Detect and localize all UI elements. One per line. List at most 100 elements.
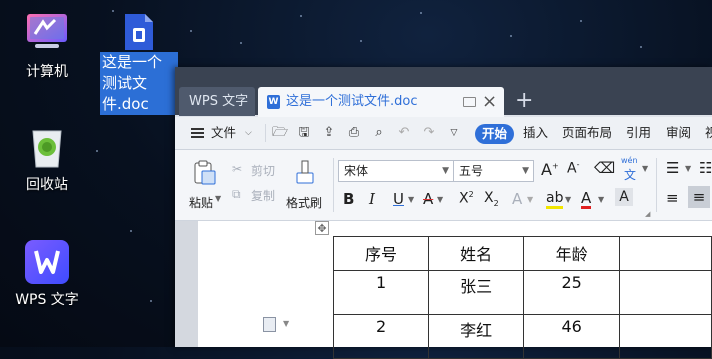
menu-bar: 文件 ⌵ 🗁 🖫 ⇪ ⎙ ⌕ ↶ ↷ ▽ 开始 插入 页面布局 引用 审阅 视 <box>175 117 712 150</box>
wps-window: WPS 文字 W 这是一个测试文件.doc × + 文件 ⌵ 🗁 🖫 ⇪ ⎙ ⌕… <box>175 67 712 359</box>
phonetic-guide-icon[interactable]: 文 <box>624 166 636 183</box>
desktop-icon-computer[interactable]: 计算机 <box>2 12 92 83</box>
table-header-cell[interactable]: 年龄 <box>523 236 621 271</box>
menu-review[interactable]: 审阅 <box>666 117 691 149</box>
more-dropdown-icon[interactable]: ▽ <box>447 126 461 140</box>
redo-icon[interactable]: ↷ <box>422 126 436 140</box>
chevron-down-icon[interactable]: ▼ <box>642 164 648 173</box>
menu-page-layout[interactable]: 页面布局 <box>562 117 612 149</box>
print-icon[interactable]: ⎙ <box>347 126 361 140</box>
chevron-down-icon: ▼ <box>442 166 449 176</box>
menu-file[interactable]: 文件 <box>211 117 236 149</box>
highlight-icon[interactable]: ab <box>546 190 564 209</box>
font-color-icon[interactable]: A <box>581 190 592 209</box>
clear-format-icon[interactable]: ⌫ <box>594 159 615 177</box>
hamburger-icon[interactable] <box>191 128 204 130</box>
plus-icon[interactable]: + <box>515 87 533 115</box>
desktop-icon-label: 回收站 <box>26 177 68 193</box>
font-size-value: 五号 <box>459 164 484 178</box>
subscript-icon[interactable]: X2 <box>484 190 499 208</box>
menu-start[interactable]: 开始 <box>475 124 514 144</box>
tab-wps-home[interactable]: WPS 文字 <box>179 87 255 116</box>
copy-label[interactable]: 复制 <box>251 187 275 204</box>
paste-label[interactable]: 粘贴 <box>189 194 213 211</box>
table-row: 1 张三 25 <box>332 270 712 315</box>
numbered-list-icon[interactable]: ☷ <box>699 159 712 177</box>
window-top-edge <box>175 67 712 85</box>
computer-icon <box>25 12 69 56</box>
format-painter-label[interactable]: 格式刷 <box>286 194 322 211</box>
close-tab-icon[interactable]: × <box>482 87 497 117</box>
print-preview-icon[interactable]: ⌕ <box>372 126 386 140</box>
table-cell[interactable]: 25 <box>523 270 621 315</box>
chevron-down-icon[interactable]: ▼ <box>527 195 533 204</box>
chevron-down-icon[interactable]: ▼ <box>437 195 443 204</box>
menu-view[interactable]: 视 <box>705 117 712 149</box>
copy-icon[interactable]: ⧉ <box>232 187 241 202</box>
cut-label[interactable]: 剪切 <box>251 162 275 179</box>
char-shading-icon[interactable]: A <box>615 188 633 206</box>
text-effect-icon[interactable]: A <box>512 190 522 208</box>
chevron-down-icon[interactable]: ▼ <box>685 164 691 173</box>
font-dialog-launcher-icon[interactable]: ◢ <box>645 210 650 218</box>
table-cell[interactable]: 1 <box>332 270 430 315</box>
chevron-down-icon[interactable]: ▼ <box>283 319 289 328</box>
tab-label: 这是一个测试文件.doc <box>286 94 418 109</box>
chevron-down-icon[interactable]: ▼ <box>408 195 414 204</box>
wps-doc-icon: W <box>267 95 280 109</box>
strikethrough-icon[interactable]: A <box>423 190 433 208</box>
font-size-select[interactable]: 五号 ▼ <box>453 160 534 182</box>
menu-insert[interactable]: 插入 <box>523 117 548 149</box>
chevron-down-icon[interactable]: ⌵ <box>245 117 252 149</box>
scissors-icon[interactable]: ✂ <box>232 162 242 176</box>
tab-document[interactable]: W 这是一个测试文件.doc × <box>258 87 504 117</box>
table-cell-empty[interactable] <box>619 236 712 271</box>
menu-references[interactable]: 引用 <box>626 117 651 149</box>
table-cell[interactable]: 李红 <box>428 314 525 359</box>
underline-icon[interactable]: U <box>393 190 404 208</box>
superscript-icon[interactable]: X2 <box>459 190 474 207</box>
window-mode-icon[interactable] <box>463 97 476 107</box>
data-table: 序号 姓名 年龄 1 张三 25 2 李红 46 <box>332 236 712 359</box>
grow-font-icon[interactable]: A+ <box>541 160 559 179</box>
table-header-cell[interactable]: 姓名 <box>428 236 525 271</box>
table-move-handle-icon[interactable]: ✥ <box>315 221 329 235</box>
undo-icon[interactable]: ↶ <box>397 126 411 140</box>
font-name-value: 宋体 <box>344 164 369 178</box>
document-area[interactable]: ✥ ▼ 序号 姓名 年龄 1 张三 25 2 李红 46 <box>175 221 712 359</box>
desktop-icon-label: 计算机 <box>26 64 68 80</box>
align-center-icon[interactable]: ≡ <box>688 186 710 208</box>
tab-label: WPS 文字 <box>189 94 249 109</box>
table-cell[interactable]: 张三 <box>428 270 525 315</box>
ribbon-toolbar: 粘贴 ▼ ✂ 剪切 ⧉ 复制 格式刷 宋体 ▼ 五号 ▼ A+ A- ⌫ wén… <box>175 150 712 221</box>
align-left-icon[interactable]: ≡ <box>666 189 679 207</box>
table-header-row: 序号 姓名 年龄 <box>332 236 712 271</box>
italic-icon[interactable]: I <box>369 190 375 208</box>
save-icon[interactable]: 🖫 <box>297 126 311 140</box>
table-cell[interactable]: 2 <box>332 314 430 359</box>
desktop-icon-wps-writer[interactable]: WPS 文字 <box>2 240 92 311</box>
export-icon[interactable]: ⇪ <box>322 126 336 140</box>
font-name-select[interactable]: 宋体 ▼ <box>338 160 454 182</box>
desktop-icon-recycle-bin[interactable]: 回收站 <box>2 125 92 196</box>
table-row: 2 李红 46 <box>332 314 712 359</box>
table-cell-empty[interactable] <box>619 314 712 359</box>
table-header-cell[interactable]: 序号 <box>332 236 430 271</box>
table-cell-empty[interactable] <box>619 270 712 315</box>
phonetic-guide-label[interactable]: wén <box>621 156 638 165</box>
paste-icon[interactable] <box>191 160 217 186</box>
desktop-file-selected[interactable]: 这是一个测试文件.doc <box>100 8 178 115</box>
recycle-bin-icon <box>25 125 69 169</box>
bullet-list-icon[interactable]: ☰ <box>666 159 679 177</box>
format-painter-icon[interactable] <box>294 159 316 185</box>
chevron-down-icon[interactable]: ▼ <box>215 194 221 203</box>
chevron-down-icon[interactable]: ▼ <box>565 195 571 204</box>
doc-file-icon <box>121 12 157 52</box>
chevron-down-icon[interactable]: ▼ <box>598 195 604 204</box>
paragraph-doc-icon[interactable] <box>263 317 276 332</box>
bold-icon[interactable]: B <box>343 190 354 208</box>
open-folder-icon[interactable]: 🗁 <box>272 126 288 140</box>
table-cell[interactable]: 46 <box>523 314 621 359</box>
document-margin <box>175 221 198 347</box>
shrink-font-icon[interactable]: A- <box>567 160 579 177</box>
